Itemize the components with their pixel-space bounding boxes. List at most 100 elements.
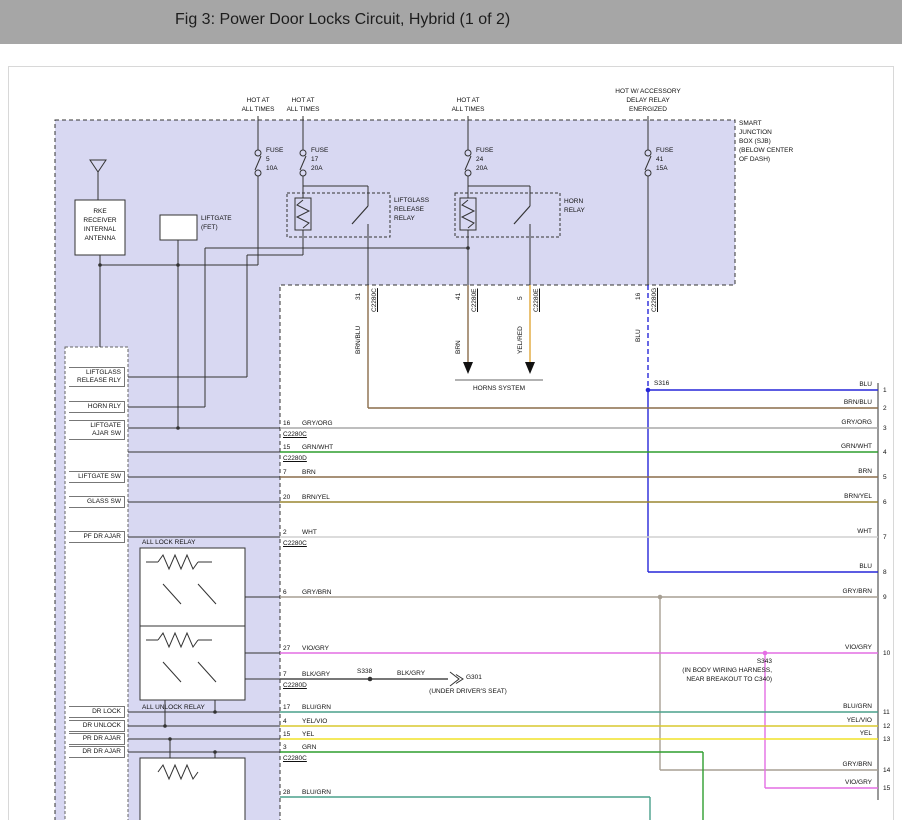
row-connector: C2280D [283, 681, 307, 690]
sjb-pin-horn-rly: HORN RLY [69, 401, 125, 413]
terminal-wire-color: VIO/GRY [814, 644, 872, 651]
rke-receiver-label: RKERECEIVER INTERNALANTENNA [76, 207, 124, 243]
row-wire-color: BRN [302, 468, 316, 477]
row-connector: C2280D [283, 454, 307, 463]
row-connector: C2280C [283, 430, 307, 439]
row-pin: 15 [283, 443, 290, 452]
row-wire-color: GRY/BRN [302, 588, 332, 597]
splice-s338-dot [368, 677, 373, 682]
drop-connector: C2280E [533, 289, 541, 313]
row-wire-color: WHT [302, 528, 317, 537]
terminal-wire-color: YEL/VIO [814, 717, 872, 724]
terminal-wire-color: YEL [814, 730, 872, 737]
terminal-number: 11 [883, 709, 890, 716]
ground-icon [450, 672, 459, 686]
liftgate-fet-label: LIFTGATE(FET) [201, 214, 232, 232]
terminal-wire-color: GRY/ORG [814, 419, 872, 426]
ground-name: G301 [466, 673, 482, 682]
liftglass-release-relay-label: LIFTGLASSRELEASE RELAY [394, 196, 429, 223]
sjb-pin-dr-dr-ajar: DR DR AJAR [69, 746, 125, 758]
drop-wire-color: BRN [455, 340, 463, 354]
splice-dot [658, 595, 663, 600]
splice-s316-label: S316 [654, 379, 669, 388]
terminal-wire-color: BRN/BLU [814, 399, 872, 406]
drop-wire-color: BRN/BLU [355, 326, 363, 354]
splice-s343-dot [763, 651, 768, 656]
terminal-number: 8 [883, 569, 887, 576]
sjb-pin-liftgate-sw: LIFTGATE SW [69, 471, 125, 483]
row-wire-color: BLK/GRY [302, 670, 330, 679]
all-lock-relay-label: ALL LOCK RELAY [142, 538, 195, 547]
drop-pin: 16 [635, 293, 643, 300]
sjb-pin-dr-lock: DR LOCK [69, 706, 125, 718]
drop-connector: C2280G [651, 288, 659, 312]
terminal-number: 10 [883, 650, 890, 657]
terminal-wire-color: GRY/BRN [814, 588, 872, 595]
down-arrow-icon [525, 362, 535, 374]
drop-wire-color: BLU [635, 329, 643, 342]
row-pin: 4 [283, 717, 287, 726]
lower-relay-box [140, 758, 245, 820]
terminal-wire-color: BLU [814, 381, 872, 388]
colored-wires [280, 285, 878, 820]
row-pin: 16 [283, 419, 290, 428]
fuse-17-label: FUSE1720A [311, 146, 328, 173]
horns-system-arrows [463, 362, 535, 374]
terminal-wire-color: BRN/YEL [814, 493, 872, 500]
drop-pin: 31 [355, 293, 363, 300]
row-wire-color: VIO/GRY [302, 644, 329, 653]
terminal-wire-color: BRN [814, 468, 872, 475]
row-connector: C2280C [283, 539, 307, 548]
terminal-number: 3 [883, 425, 887, 432]
terminal-wire-color: WHT [814, 528, 872, 535]
terminal-number: 5 [883, 474, 887, 481]
row-pin: 3 [283, 743, 287, 752]
smart-junction-box-region [55, 120, 735, 820]
splice-s343-label: S343(IN BODY WIRING HARNESS,NEAR BREAKOU… [600, 657, 772, 684]
sjb-pin-glass-sw: GLASS SW [69, 496, 125, 508]
terminal-number: 4 [883, 449, 887, 456]
row-pin: 6 [283, 588, 287, 597]
all-lock-relay-box [140, 548, 245, 626]
terminal-number: 12 [883, 723, 890, 730]
row-wire-color: GRN [302, 743, 316, 752]
drop-connector: C2280C [371, 288, 379, 312]
row-wire-color: YEL [302, 730, 314, 739]
horn-relay-label: HORNRELAY [564, 197, 585, 215]
fuse-41-label: FUSE4115A [656, 146, 673, 173]
all-unlock-relay-box [140, 626, 245, 700]
row-pin: 17 [283, 703, 290, 712]
drop-connector: C2280E [471, 289, 479, 313]
terminal-wire-color: VIO/GRY [814, 779, 872, 786]
terminal-wire-color: GRN/WHT [814, 443, 872, 450]
row-wire-color: GRN/WHT [302, 443, 333, 452]
terminal-number: 15 [883, 785, 890, 792]
terminal-number: 7 [883, 534, 887, 541]
fuse-5-label: FUSE510A [266, 146, 283, 173]
terminal-number: 6 [883, 499, 887, 506]
splice-s338-label: S338 [357, 667, 372, 676]
sjb-pin-dr-unlock: DR UNLOCK [69, 720, 125, 732]
power-label-2: HOT ATALL TIMES [258, 96, 348, 114]
fuse-24-label: FUSE2420A [476, 146, 493, 173]
drop-wire-color: YEL/RED [517, 326, 525, 354]
all-unlock-relay-label: ALL UNLOCK RELAY [142, 703, 205, 712]
sjb-pin-pr-dr-ajar: PR DR AJAR [69, 733, 125, 745]
row-pin: 28 [283, 788, 290, 797]
ground-note: (UNDER DRIVER'S SEAT) [398, 687, 538, 696]
terminal-wire-color: GRY/BRN [814, 761, 872, 768]
terminal-number: 13 [883, 736, 890, 743]
terminal-number: 2 [883, 405, 887, 412]
sjb-pin-liftgate-ajar-sw: LIFTGATEAJAR SW [69, 420, 125, 440]
row-pin: 2 [283, 528, 287, 537]
terminal-number: 14 [883, 767, 890, 774]
sjb-label: SMARTJUNCTIONBOX (SJB) (BELOW CENTEROF D… [739, 119, 793, 164]
sjb-pin-liftglass-release-rly: LIFTGLASSRELEASE RLY [69, 367, 125, 387]
power-label-4: HOT W/ ACCESSORYDELAY RELAYENERGIZED [603, 87, 693, 114]
horns-system-label: HORNS SYSTEM [459, 384, 539, 393]
row-pin: 27 [283, 644, 290, 653]
terminal-number: 9 [883, 594, 887, 601]
power-label-3: HOT ATALL TIMES [423, 96, 513, 114]
terminal-wire-color: BLU/GRN [814, 703, 872, 710]
wiring-diagram-page: Fig 3: Power Door Locks Circuit, Hybrid … [0, 0, 902, 820]
